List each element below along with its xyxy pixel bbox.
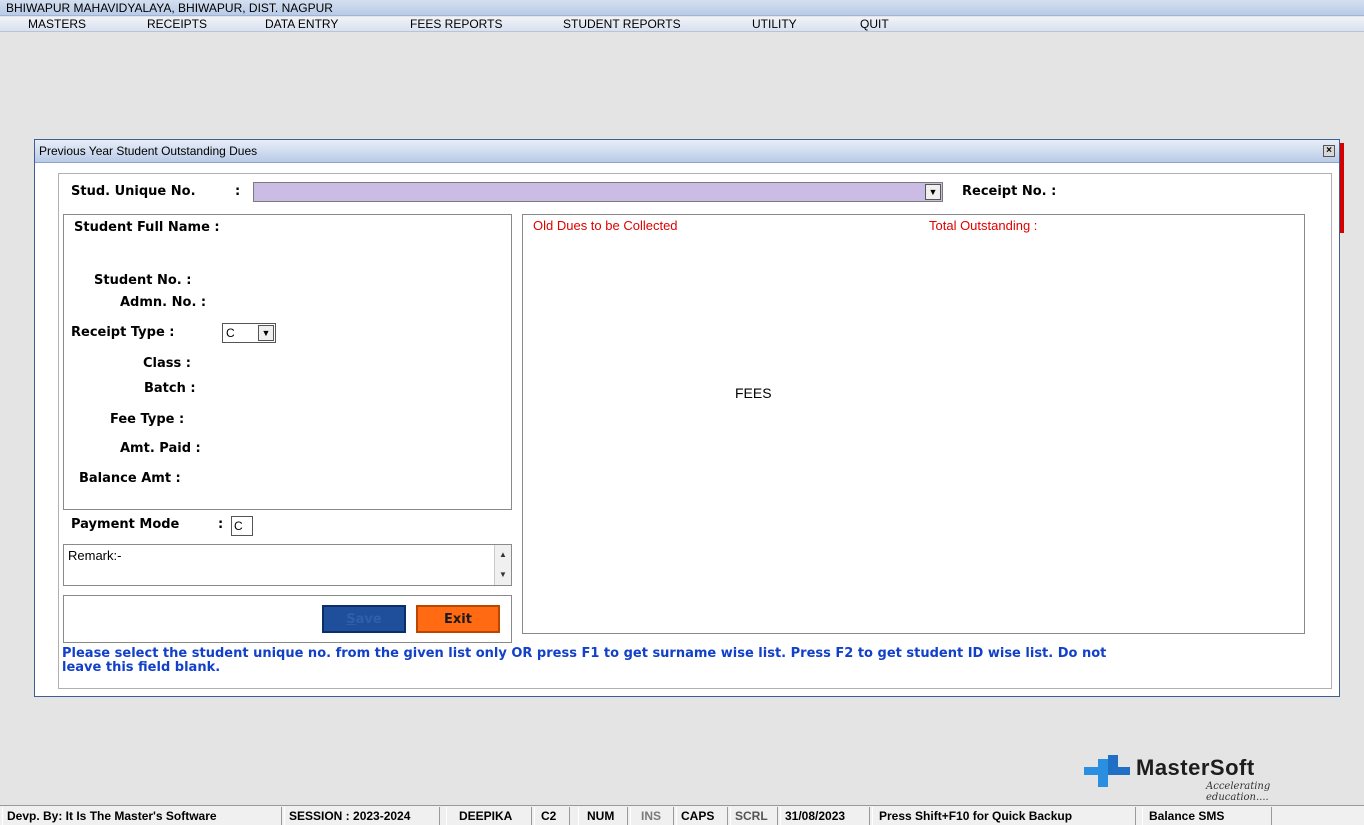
mastersoft-logo-icon: [1084, 755, 1130, 787]
save-label-rest: ave: [355, 612, 382, 627]
scroll-down-icon[interactable]: ▼: [495, 567, 511, 583]
chevron-down-icon[interactable]: ▼: [925, 184, 941, 200]
status-date: 31/08/2023: [780, 807, 870, 825]
status-ins: INS: [630, 807, 674, 825]
status-num: NUM: [578, 807, 628, 825]
exit-button[interactable]: Exit: [416, 605, 500, 633]
payment-mode-field[interactable]: C: [231, 516, 253, 536]
app-title: BHIWAPUR MAHAVIDYALAYA, BHIWAPUR, DIST. …: [6, 1, 333, 15]
save-label-accelerator: S: [346, 612, 356, 627]
remark-scrollbar[interactable]: ▲ ▼: [494, 545, 511, 585]
menu-bar: MASTERS RECEIPTS DATA ENTRY FEES REPORTS…: [0, 17, 1364, 32]
student-details-panel: Student Full Name : Student No. : Admn. …: [63, 214, 512, 510]
dialog-content: Stud. Unique No. : ▼ Receipt No. : Stude…: [58, 173, 1332, 689]
scroll-up-icon[interactable]: ▲: [495, 547, 511, 563]
logo-name: MasterSoft: [1136, 755, 1255, 780]
stud-unique-label: Stud. Unique No.: [71, 184, 196, 199]
stud-unique-combo[interactable]: ▼: [253, 182, 943, 202]
payment-mode-colon: :: [218, 517, 224, 532]
status-balance-sms[interactable]: Balance SMS: [1142, 807, 1272, 825]
menu-student-reports[interactable]: STUDENT REPORTS: [563, 17, 681, 32]
instruction-text: Please select the student unique no. fro…: [59, 647, 1309, 675]
menu-utility[interactable]: UTILITY: [752, 17, 797, 32]
amt-paid-label: Amt. Paid :: [120, 441, 201, 456]
remark-text: Remark:-: [68, 548, 122, 563]
dialog-title: Previous Year Student Outstanding Dues: [39, 144, 258, 158]
remark-textarea[interactable]: Remark:- ▲ ▼: [63, 544, 512, 586]
student-full-name-label: Student Full Name :: [74, 220, 220, 235]
status-developer: Devp. By: It Is The Master's Software: [2, 807, 282, 825]
outstanding-dues-dialog: Previous Year Student Outstanding Dues ×…: [34, 139, 1340, 697]
status-user: DEEPIKA: [446, 807, 532, 825]
receipt-type-label: Receipt Type :: [71, 325, 175, 340]
fees-panel: Old Dues to be Collected Total Outstandi…: [522, 214, 1305, 634]
payment-mode-label: Payment Mode: [71, 517, 180, 532]
app-title-bar: BHIWAPUR MAHAVIDYALAYA, BHIWAPUR, DIST. …: [0, 0, 1364, 16]
close-icon[interactable]: ×: [1323, 145, 1335, 157]
stud-unique-colon: :: [235, 184, 241, 199]
menu-masters[interactable]: MASTERS: [28, 17, 86, 32]
receipt-no-label: Receipt No. :: [962, 184, 1057, 199]
mastersoft-logo: MasterSoft Accelerating education....: [1082, 751, 1322, 803]
status-bar: Devp. By: It Is The Master's Software SE…: [0, 805, 1364, 825]
menu-receipts[interactable]: RECEIPTS: [147, 17, 207, 32]
menu-fees-reports[interactable]: FEES REPORTS: [410, 17, 502, 32]
chevron-down-icon[interactable]: ▼: [258, 325, 274, 341]
status-code: C2: [534, 807, 570, 825]
status-caps: CAPS: [676, 807, 728, 825]
fees-label: FEES: [735, 385, 772, 401]
save-button[interactable]: Save: [322, 605, 406, 633]
logo-tagline: Accelerating education....: [1206, 781, 1271, 803]
balance-amt-label: Balance Amt :: [79, 471, 181, 486]
menu-data-entry[interactable]: DATA ENTRY: [265, 17, 338, 32]
action-button-panel: Save Exit: [63, 595, 512, 643]
menu-quit[interactable]: QUIT: [860, 17, 889, 32]
student-no-label: Student No. :: [94, 273, 192, 288]
status-backup-hint: Press Shift+F10 for Quick Backup: [872, 807, 1136, 825]
total-outstanding-label: Total Outstanding :: [929, 218, 1038, 233]
old-dues-label: Old Dues to be Collected: [533, 218, 678, 233]
receipt-type-combo[interactable]: C ▼: [222, 323, 276, 343]
status-session: SESSION : 2023-2024: [284, 807, 440, 825]
fee-type-label: Fee Type :: [110, 412, 185, 427]
class-label: Class :: [143, 356, 191, 371]
admn-no-label: Admn. No. :: [120, 295, 207, 310]
receipt-type-value: C: [226, 326, 235, 340]
instruction-line-2: leave this field blank.: [62, 660, 221, 675]
dialog-titlebar: Previous Year Student Outstanding Dues ×: [35, 140, 1339, 163]
batch-label: Batch :: [144, 381, 196, 396]
instruction-line-1: Please select the student unique no. fro…: [62, 646, 1107, 661]
background-window-edge: [1340, 143, 1344, 233]
status-scrl: SCRL: [730, 807, 778, 825]
